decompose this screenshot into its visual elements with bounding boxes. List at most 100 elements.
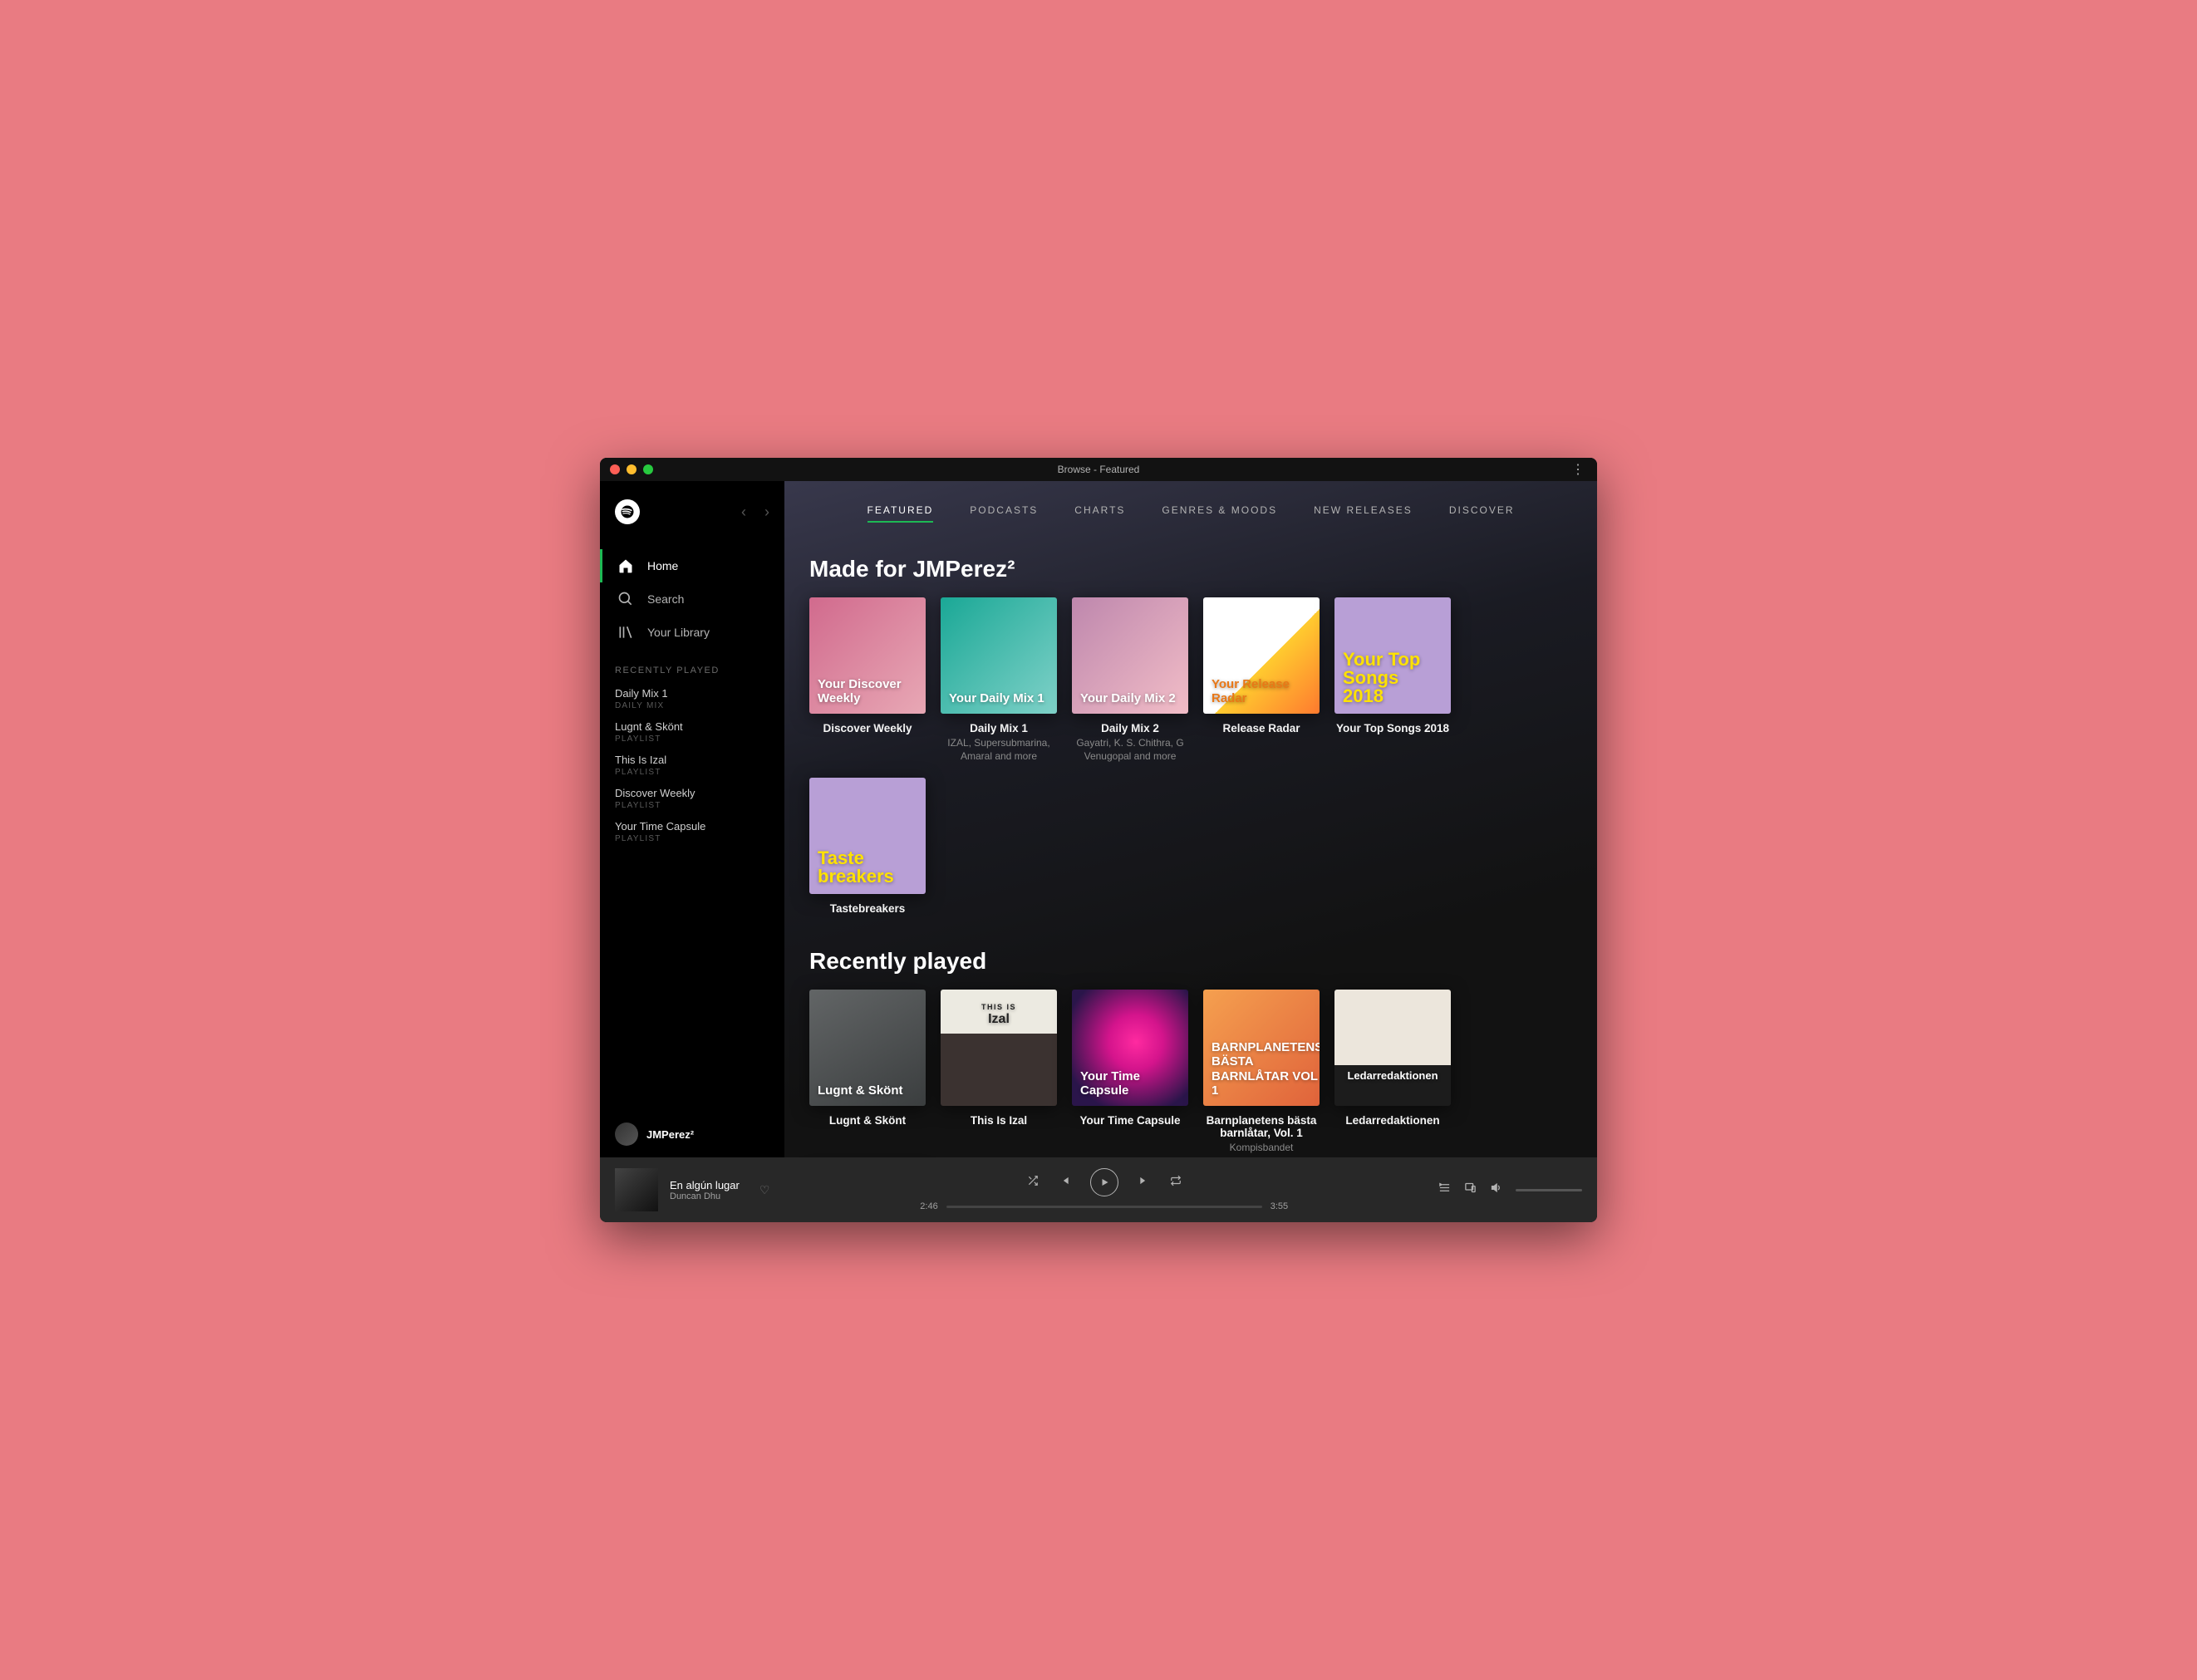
cover-text: Your Daily Mix 2 — [1072, 683, 1184, 714]
card-title: Barnplanetens bästa barnlåtar, Vol. 1 — [1203, 1114, 1320, 1139]
sidebar-item-search[interactable]: Search — [600, 582, 784, 616]
next-icon[interactable] — [1138, 1175, 1150, 1191]
cover-text: Your Time Capsule — [1072, 1061, 1188, 1107]
window-title: Browse - Featured — [1058, 464, 1140, 475]
recent-title: Lugnt & Skönt — [615, 720, 769, 733]
nav-forward-icon[interactable]: › — [764, 504, 769, 521]
user-avatar — [615, 1122, 638, 1146]
card-title: Discover Weekly — [809, 722, 926, 734]
card-title: Your Time Capsule — [1072, 1114, 1188, 1127]
cover-art: THIS ISIzal — [941, 990, 1057, 1106]
time-elapsed: 2:46 — [920, 1201, 937, 1211]
recent-item[interactable]: This Is Izal PLAYLIST — [600, 749, 784, 782]
previous-icon[interactable] — [1059, 1175, 1070, 1191]
minimize-window[interactable] — [627, 464, 636, 474]
recent-item[interactable]: Daily Mix 1 DAILY MIX — [600, 682, 784, 715]
recent-sub: DAILY MIX — [615, 701, 769, 710]
cover-text: BARNPLANETENS BÄSTA BARNLÅTAR VOL 1 — [1203, 1032, 1320, 1106]
titlebar: Browse - Featured ⋮ — [600, 458, 1597, 481]
tab-discover[interactable]: DISCOVER — [1449, 504, 1515, 523]
like-icon[interactable]: ♡ — [759, 1183, 770, 1197]
sidebar-label: Your Library — [647, 626, 710, 639]
time-total: 3:55 — [1271, 1201, 1288, 1211]
now-playing-art[interactable] — [615, 1168, 658, 1211]
sidebar-item-home[interactable]: Home — [600, 549, 784, 582]
user-name: JMPerez² — [646, 1128, 694, 1141]
playlist-card[interactable]: BARNPLANETENS BÄSTA BARNLÅTAR VOL 1 Barnp… — [1203, 990, 1320, 1155]
tab-podcasts[interactable]: PODCASTS — [970, 504, 1038, 523]
search-icon — [617, 591, 634, 607]
playlist-card[interactable]: Your Daily Mix 1 Daily Mix 1 IZAL, Supersu… — [941, 597, 1057, 763]
tab-featured[interactable]: FEATURED — [867, 504, 934, 523]
shuffle-icon[interactable] — [1027, 1175, 1039, 1191]
card-title: Tastebreakers — [809, 902, 926, 915]
volume-icon[interactable] — [1490, 1181, 1502, 1198]
cover-text: Your Top Songs 2018 — [1334, 642, 1451, 714]
main-area: FEATURED PODCASTS CHARTS GENRES & MOODS NEW … — [784, 481, 1597, 1157]
recent-sub: PLAYLIST — [615, 801, 769, 810]
recent-section-label: RECENTLY PLAYED — [600, 649, 784, 682]
recent-sub: PLAYLIST — [615, 834, 769, 843]
cover-art: Your Top Songs 2018 — [1334, 597, 1451, 714]
repeat-icon[interactable] — [1170, 1175, 1182, 1191]
spotify-logo[interactable] — [615, 499, 640, 524]
playlist-card[interactable]: Your Top Songs 2018Your Top Songs 2018 — [1334, 597, 1451, 763]
card-title: This Is Izal — [941, 1114, 1057, 1127]
cover-text: Taste breakers — [809, 841, 926, 894]
now-playing-title[interactable]: En algún lugar — [670, 1179, 740, 1191]
playlist-card[interactable]: Your Time Capsule Your Time Capsule — [1072, 990, 1188, 1155]
library-icon — [617, 624, 634, 641]
tab-genres-moods[interactable]: GENRES & MOODS — [1162, 504, 1277, 523]
tab-charts[interactable]: CHARTS — [1074, 504, 1125, 523]
queue-icon[interactable] — [1438, 1181, 1451, 1198]
card-subtitle: Kompisbandet — [1203, 1142, 1320, 1155]
card-title: Daily Mix 1 — [941, 722, 1057, 734]
cover-text: Your Daily Mix 1 — [941, 683, 1053, 714]
playlist-card[interactable]: Your Release RadarRelease Radar — [1203, 597, 1320, 763]
cover-text: Ledarredaktionen — [1334, 1062, 1451, 1091]
traffic-lights — [610, 464, 653, 474]
volume-slider[interactable] — [1516, 1189, 1582, 1191]
playlist-card[interactable]: THIS ISIzal This Is Izal — [941, 990, 1057, 1155]
cover-text: Your Discover Weekly — [809, 669, 926, 715]
cover-art: Taste breakers — [809, 778, 926, 894]
nav-back-icon[interactable]: ‹ — [741, 504, 746, 521]
sidebar-user[interactable]: JMPerez² — [600, 1111, 784, 1157]
cover-text: Your Release Radar — [1203, 669, 1320, 715]
sidebar-label: Home — [647, 559, 678, 572]
recent-item[interactable]: Discover Weekly PLAYLIST — [600, 782, 784, 815]
devices-icon[interactable] — [1464, 1181, 1477, 1198]
progress-bar[interactable] — [946, 1206, 1262, 1208]
browse-tabs: FEATURED PODCASTS CHARTS GENRES & MOODS NEW … — [809, 504, 1572, 523]
now-playing-artist[interactable]: Duncan Dhu — [670, 1191, 740, 1201]
maximize-window[interactable] — [643, 464, 653, 474]
card-title: Ledarredaktionen — [1334, 1114, 1451, 1127]
player-bar: En algún lugar Duncan Dhu ♡ 2:46 3:55 — [600, 1157, 1597, 1222]
card-title: Daily Mix 2 — [1072, 722, 1188, 734]
recent-title: Daily Mix 1 — [615, 687, 769, 700]
sidebar: ‹ › Home Search — [600, 481, 784, 1157]
sidebar-item-library[interactable]: Your Library — [600, 616, 784, 649]
cover-text: THIS ISIzal — [941, 995, 1057, 1035]
home-icon — [617, 558, 634, 574]
app-window: Browse - Featured ⋮ ‹ › Home — [600, 458, 1597, 1222]
section-heading-madefor: Made for JMPerez² — [809, 556, 1572, 582]
play-button[interactable] — [1090, 1168, 1118, 1196]
card-subtitle: IZAL, Supersubmarina, Amaral and more — [941, 737, 1057, 763]
recent-sub: PLAYLIST — [615, 734, 769, 744]
playlist-card[interactable]: Taste breakers Tastebreakers — [809, 778, 926, 915]
card-subtitle: Gayatri, K. S. Chithra, G Venugopal and … — [1072, 737, 1188, 763]
recent-title: Discover Weekly — [615, 787, 769, 799]
playlist-card[interactable]: Lugnt & Skönt Lugnt & Skönt — [809, 990, 926, 1155]
playlist-card[interactable]: Your Discover Weekly Discover Weekly — [809, 597, 926, 763]
close-window[interactable] — [610, 464, 620, 474]
recent-item[interactable]: Your Time Capsule PLAYLIST — [600, 815, 784, 848]
card-title: Lugnt & Skönt — [809, 1114, 926, 1127]
recent-title: Your Time Capsule — [615, 820, 769, 833]
tab-new-releases[interactable]: NEW RELEASES — [1314, 504, 1413, 523]
recent-item[interactable]: Lugnt & Skönt PLAYLIST — [600, 715, 784, 749]
window-menu-icon[interactable]: ⋮ — [1571, 461, 1585, 478]
playlist-card[interactable]: Ledarredaktionen Ledarredaktionen — [1334, 990, 1451, 1155]
cover-art: Lugnt & Skönt — [809, 990, 926, 1106]
playlist-card[interactable]: Your Daily Mix 2 Daily Mix 2 Gayatri, K. S… — [1072, 597, 1188, 763]
